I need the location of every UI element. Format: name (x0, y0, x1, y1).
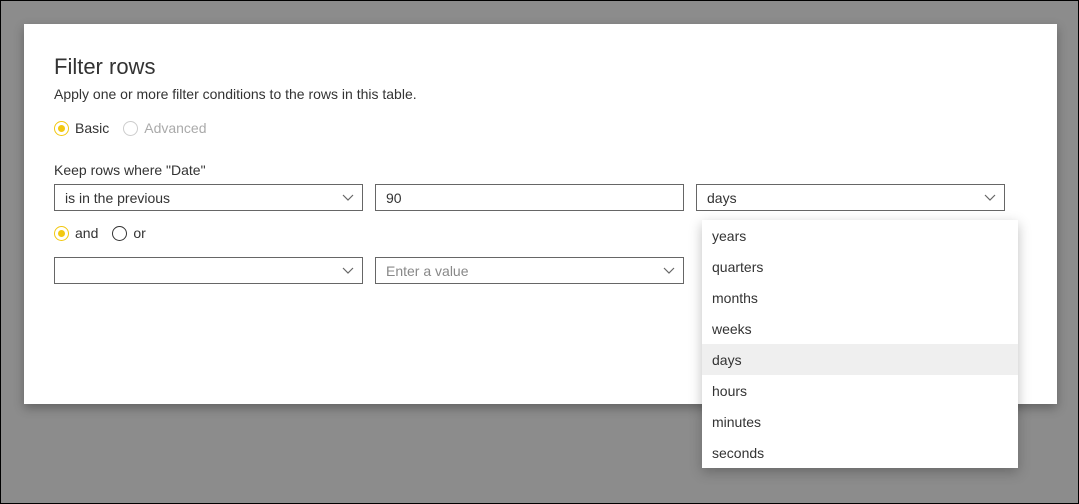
unit-value: days (707, 190, 737, 206)
chevron-down-icon (342, 267, 354, 275)
dropdown-item-minutes[interactable]: minutes (702, 406, 1018, 437)
radio-circle-icon (112, 226, 127, 241)
radio-basic-label: Basic (75, 120, 109, 136)
operator-value: is in the previous (65, 190, 170, 206)
value-input-2[interactable]: Enter a value (375, 257, 684, 284)
radio-circle-icon (54, 121, 69, 136)
radio-advanced-label: Advanced (144, 120, 206, 136)
radio-or[interactable]: or (112, 225, 145, 241)
dialog-subtitle: Apply one or more filter conditions to t… (54, 86, 1027, 102)
radio-or-label: or (133, 225, 145, 241)
value-input-1[interactable]: 90 (375, 184, 684, 211)
chevron-down-icon (342, 194, 354, 202)
mode-radio-group: Basic Advanced (54, 120, 1027, 136)
dropdown-item-years[interactable]: years (702, 220, 1018, 251)
dropdown-item-hours[interactable]: hours (702, 375, 1018, 406)
radio-advanced[interactable]: Advanced (123, 120, 206, 136)
radio-basic[interactable]: Basic (54, 120, 109, 136)
chevron-down-icon (663, 267, 675, 275)
value-text: 90 (386, 190, 402, 206)
radio-and[interactable]: and (54, 225, 98, 241)
unit-select-1[interactable]: days (696, 184, 1005, 211)
radio-circle-icon (54, 226, 69, 241)
dropdown-item-weeks[interactable]: weeks (702, 313, 1018, 344)
filter-row-1: is in the previous 90 days (54, 184, 1027, 211)
dropdown-item-seconds[interactable]: seconds (702, 437, 1018, 468)
radio-and-label: and (75, 225, 98, 241)
value-placeholder: Enter a value (386, 263, 469, 279)
dropdown-item-quarters[interactable]: quarters (702, 251, 1018, 282)
dropdown-item-months[interactable]: months (702, 282, 1018, 313)
dialog-title: Filter rows (54, 54, 1027, 80)
unit-dropdown: years quarters months weeks days hours m… (702, 220, 1018, 468)
operator-select-1[interactable]: is in the previous (54, 184, 363, 211)
radio-circle-icon (123, 121, 138, 136)
filter-hint: Keep rows where "Date" (54, 162, 1027, 178)
dropdown-item-days[interactable]: days (702, 344, 1018, 375)
chevron-down-icon (984, 194, 996, 202)
operator-select-2[interactable] (54, 257, 363, 284)
